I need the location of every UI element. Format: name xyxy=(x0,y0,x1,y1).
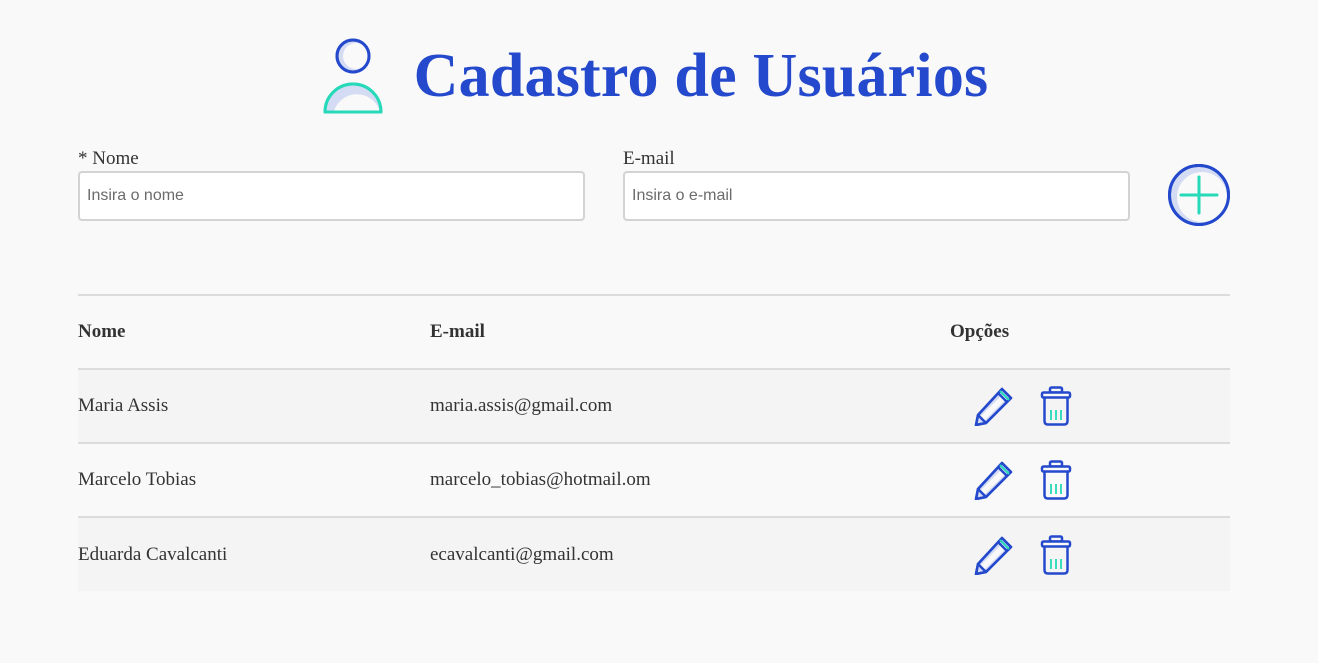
edit-button[interactable] xyxy=(974,535,1014,575)
column-header-options: Opções xyxy=(950,321,1010,342)
row-email: ecavalcanti@gmail.com xyxy=(430,543,614,565)
email-input[interactable] xyxy=(623,171,1130,221)
column-header-email: E-mail xyxy=(430,321,485,342)
edit-button[interactable] xyxy=(974,460,1014,501)
row-name: Eduarda Cavalcanti xyxy=(78,543,228,565)
name-input[interactable] xyxy=(78,171,585,221)
page-header: Cadastro de Usuários xyxy=(0,36,1318,116)
page: Cadastro de Usuários * Nome E-mail Nome … xyxy=(0,0,1318,663)
plus-circle-icon xyxy=(1168,164,1230,226)
email-field-group: E-mail xyxy=(623,148,1130,221)
delete-button[interactable] xyxy=(1040,386,1072,426)
delete-button[interactable] xyxy=(1040,534,1072,575)
trash-icon xyxy=(1040,460,1072,500)
pencil-icon xyxy=(974,387,1013,427)
row-actions xyxy=(950,386,1230,427)
row-options xyxy=(950,369,1230,443)
table-header: Nome E-mail Opções xyxy=(78,295,1230,369)
page-title: Cadastro de Usuários xyxy=(413,42,989,110)
row-email: marcelo_tobias@hotmail.om xyxy=(430,469,651,490)
email-label: E-mail xyxy=(623,148,675,169)
edit-button[interactable] xyxy=(974,386,1014,427)
users-table-container: Nome E-mail Opções Maria Assis maria.ass… xyxy=(78,294,1230,591)
column-header-name: Nome xyxy=(78,321,126,342)
row-name: Marcelo Tobias xyxy=(78,469,197,490)
table-row: Eduarda Cavalcanti ecavalcanti@gmail.com xyxy=(78,517,1230,591)
row-email: maria.assis@gmail.com xyxy=(430,395,613,416)
trash-icon xyxy=(1040,386,1072,426)
table-header-row: Nome E-mail Opções xyxy=(78,295,1230,369)
pencil-icon xyxy=(974,461,1013,501)
row-options xyxy=(950,443,1230,517)
table-row: Maria Assis maria.assis@gmail.com xyxy=(78,369,1230,443)
add-user-button[interactable] xyxy=(1167,163,1231,227)
trash-icon xyxy=(1040,534,1072,575)
table-body: Maria Assis maria.assis@gmail.com Marcel… xyxy=(78,369,1230,591)
pencil-icon xyxy=(974,536,1013,575)
users-table: Nome E-mail Opções Maria Assis maria.ass… xyxy=(78,294,1230,591)
row-options xyxy=(950,517,1230,591)
row-actions xyxy=(950,460,1230,501)
user-icon xyxy=(323,38,383,114)
name-label: * Nome xyxy=(78,148,139,169)
table-row: Marcelo Tobias marcelo_tobias@hotmail.om xyxy=(78,443,1230,517)
row-name: Maria Assis xyxy=(78,395,169,416)
name-field-group: * Nome xyxy=(78,148,585,221)
delete-button[interactable] xyxy=(1040,460,1072,500)
row-actions xyxy=(950,534,1230,575)
